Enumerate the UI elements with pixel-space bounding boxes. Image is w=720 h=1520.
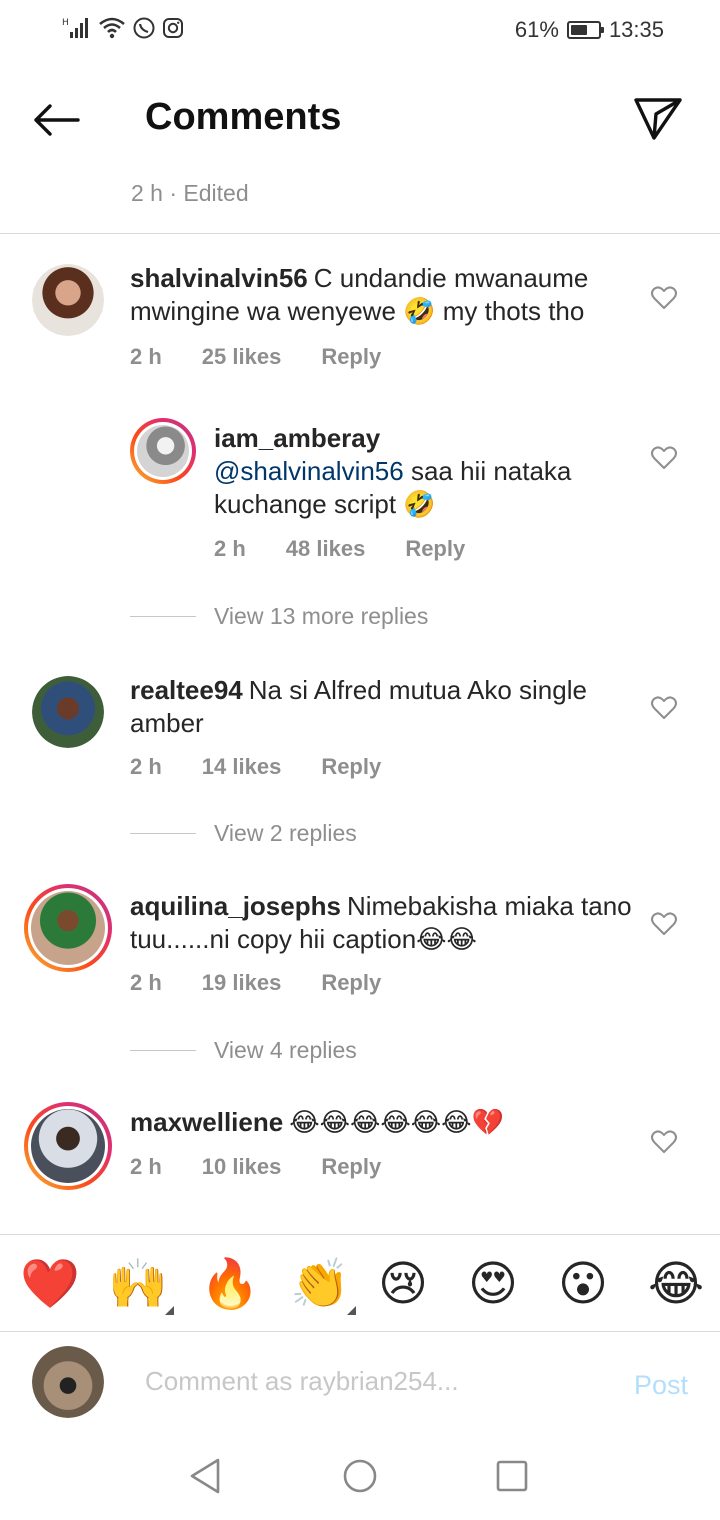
comment-meta: 2 h 25 likes Reply — [130, 344, 421, 370]
comment-time: 2 h — [130, 754, 162, 779]
comment-text: shalvinalvin56 C undandie mwanaume mwingi… — [130, 262, 640, 328]
comment-likes[interactable]: 48 likes — [286, 536, 366, 562]
heart-icon[interactable] — [650, 444, 678, 472]
system-nav-bar — [0, 1428, 720, 1520]
current-user-avatar — [32, 1346, 104, 1418]
avatar[interactable] — [32, 264, 104, 336]
comment-likes[interactable]: 10 likes — [202, 1154, 282, 1180]
avatar[interactable] — [32, 676, 104, 748]
emoji-crying[interactable]: 😢 — [378, 1257, 428, 1311]
comment-time: 2 h — [130, 344, 162, 369]
view-replies-label: View 13 more replies — [214, 603, 429, 629]
comment-time: 2 h — [130, 1154, 162, 1179]
comment-meta: 2 h 48 likes Reply — [214, 536, 505, 562]
nav-recents-icon[interactable] — [492, 1456, 532, 1496]
emoji-clapping[interactable]: 👏 — [290, 1256, 356, 1315]
comment-meta: 2 h 19 likes Reply — [130, 970, 421, 996]
comment-time: 2 h — [214, 536, 246, 561]
battery-fill — [570, 25, 587, 35]
comment-text: iam_amberay @shalvinalvin56 saa hii nata… — [214, 422, 634, 521]
emoji-surprised[interactable]: 😮 — [558, 1257, 608, 1311]
emoji-fire[interactable]: 🔥 — [200, 1257, 260, 1311]
status-icons-right: 61% 13:35 — [515, 17, 664, 43]
emoji-heart[interactable]: ❤️ — [20, 1257, 80, 1311]
view-replies-button[interactable]: View 2 replies — [130, 820, 357, 847]
skin-tone-indicator-icon — [346, 1306, 356, 1315]
svg-text:H: H — [62, 18, 69, 28]
comment-meta: 2 h 14 likes Reply — [130, 754, 421, 780]
emoji-laughing[interactable]: 😂 — [648, 1257, 704, 1311]
avatar[interactable] — [130, 418, 196, 484]
comment-username[interactable]: realtee94 — [130, 675, 243, 705]
emoji-heart-eyes[interactable]: 😍 — [468, 1257, 518, 1311]
wifi-icon — [99, 17, 125, 39]
comment-likes[interactable]: 19 likes — [202, 970, 282, 996]
comment-text: aquilina_josephs Nimebakisha miaka tano t… — [130, 890, 640, 956]
comment-time: 2 h — [130, 970, 162, 995]
status-icons-left: H — [62, 16, 184, 40]
replies-line — [130, 616, 196, 617]
reply-button[interactable]: Reply — [321, 1154, 381, 1180]
replies-line — [130, 833, 196, 834]
emoji-raising-hands[interactable]: 🙌 — [108, 1256, 174, 1315]
nav-back-icon[interactable] — [186, 1456, 226, 1496]
comment-username[interactable]: aquilina_josephs — [130, 891, 341, 921]
comment-username[interactable]: maxwelliene — [130, 1107, 283, 1137]
comment-body: 😂😂😂😂😂😂💔 — [289, 1107, 504, 1137]
avatar[interactable] — [24, 884, 112, 972]
comment-username[interactable]: shalvinalvin56 — [130, 263, 308, 293]
status-bar: H 61% 13:35 — [0, 0, 720, 62]
comment-text: realtee94 Na si Alfred mutua Ako single a… — [130, 674, 640, 740]
comment-meta: 2 h 10 likes Reply — [130, 1154, 421, 1180]
divider — [0, 233, 720, 234]
emoji-quick-bar: ❤️ 🙌 🔥 👏 😢 😍 😮 😂 — [0, 1234, 720, 1332]
comment-username[interactable]: iam_amberay — [214, 422, 628, 455]
post-button[interactable]: Post — [634, 1370, 688, 1401]
back-button[interactable] — [28, 94, 84, 146]
comment-likes[interactable]: 14 likes — [202, 754, 282, 780]
view-replies-button[interactable]: View 4 replies — [130, 1037, 357, 1064]
replies-line — [130, 1050, 196, 1051]
instagram-icon — [163, 18, 183, 38]
heart-icon[interactable] — [650, 694, 678, 722]
whatsapp-icon — [133, 17, 155, 39]
comment-likes[interactable]: 25 likes — [202, 344, 282, 370]
comment-composer: Post — [0, 1332, 720, 1428]
reply-button[interactable]: Reply — [321, 754, 381, 780]
reply-button[interactable]: Reply — [321, 970, 381, 996]
signal-icon: H — [62, 18, 88, 38]
heart-icon[interactable] — [650, 910, 678, 938]
nav-home-icon[interactable] — [340, 1456, 380, 1496]
skin-tone-indicator-icon — [164, 1306, 174, 1315]
arrow-left-icon — [34, 104, 80, 136]
emoji-raising-hands-glyph: 🙌 — [108, 1256, 168, 1312]
view-replies-label: View 4 replies — [214, 1037, 357, 1063]
view-replies-button[interactable]: View 13 more replies — [130, 603, 428, 630]
battery-icon — [566, 21, 604, 39]
comment-text: maxwelliene 😂😂😂😂😂😂💔 — [130, 1106, 640, 1139]
reply-button[interactable]: Reply — [405, 536, 465, 562]
comment-input[interactable] — [145, 1366, 585, 1397]
header: Comments — [0, 72, 720, 168]
mention-link[interactable]: @shalvinalvin56 — [214, 456, 404, 486]
clock: 13:35 — [608, 17, 664, 42]
page-title: Comments — [145, 96, 342, 138]
view-replies-label: View 2 replies — [214, 820, 357, 846]
emoji-clapping-glyph: 👏 — [290, 1256, 350, 1312]
avatar[interactable] — [24, 1102, 112, 1190]
battery-percent: 61% — [514, 17, 559, 42]
reply-button[interactable]: Reply — [321, 344, 381, 370]
caption-meta: 2 h · Edited — [131, 180, 249, 206]
paper-plane-icon[interactable] — [632, 92, 684, 144]
heart-icon[interactable] — [650, 284, 678, 312]
heart-icon[interactable] — [650, 1128, 678, 1156]
